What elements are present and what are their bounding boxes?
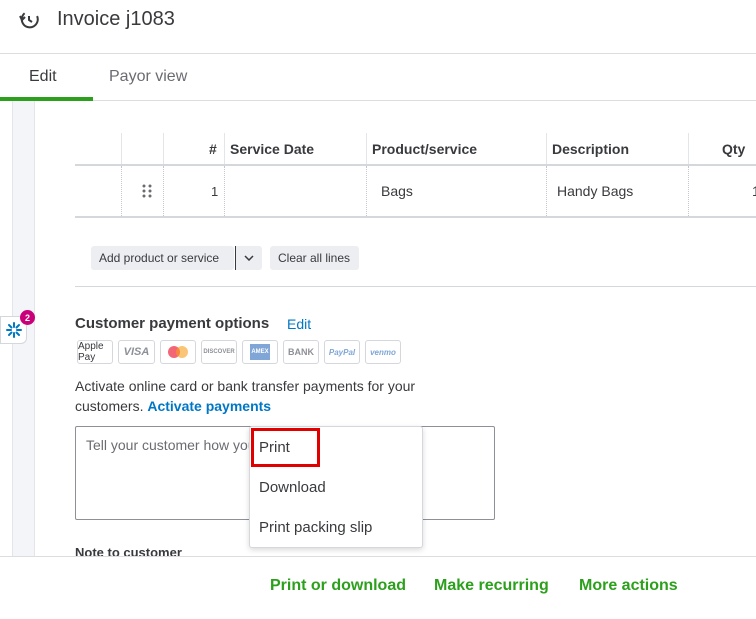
more-actions-button[interactable]: More actions [579,577,678,595]
line-items-table: # Service Date Product/service Descripti… [75,133,756,218]
bank-icon: BANK [283,340,319,364]
chevron-down-icon [244,255,254,261]
product-cell[interactable]: Bags [381,166,413,216]
sparkle-icon [5,322,22,338]
paypal-icon: PayPal [324,340,360,364]
activate-payments-link[interactable]: Activate payments [147,398,271,414]
menu-item-print-packing-slip[interactable]: Print packing slip [259,519,372,536]
add-product-button[interactable]: Add product or service [91,246,234,270]
section-divider [75,286,756,287]
description-cell[interactable]: Handy Bags [557,166,633,216]
column-header-description: Description [552,140,630,157]
tab-payor-view[interactable]: Payor view [109,68,187,86]
customer-message-placeholder: Tell your customer how you [86,437,256,453]
tab-edit[interactable]: Edit [29,68,57,86]
clear-all-lines-button[interactable]: Clear all lines [270,246,359,270]
menu-item-download[interactable]: Download [259,479,326,496]
discover-icon: DISCOVER [201,340,237,364]
column-header-product: Product/service [372,140,478,157]
payment-methods: Apple Pay VISA DISCOVER AMEX BANK PayPal… [77,340,401,364]
tab-bar: Edit Payor view [0,54,756,101]
footer-bar: Print or download Make recurring More ac… [0,556,756,619]
payment-options-title: Customer payment options [75,315,270,332]
column-header-num: # [209,140,217,157]
drag-handle-icon[interactable] [142,166,152,216]
notification-badge: 2 [20,310,35,325]
page-title: Invoice j1083 [57,8,175,30]
amex-icon: AMEX [242,340,278,364]
highlight-box [251,428,320,467]
table-row[interactable]: 1 Bags Handy Bags 1 [75,166,756,218]
print-or-download-button[interactable]: Print or download [270,577,406,595]
add-product-dropdown[interactable] [235,246,262,270]
visa-icon: VISA [118,340,155,364]
row-number: 1 [211,183,219,199]
mastercard-icon [160,340,196,364]
table-header: # Service Date Product/service Descripti… [75,133,756,166]
venmo-icon: venmo [365,340,401,364]
qty-cell[interactable]: 1 [752,166,756,216]
column-header-service-date: Service Date [230,140,315,157]
history-icon[interactable] [17,8,41,32]
payment-options-edit-link[interactable]: Edit [287,316,311,332]
header: Invoice j1083 [0,0,756,54]
activate-payments-text: Activate online card or bank transfer pa… [75,378,416,414]
apple-pay-icon: Apple Pay [77,340,113,364]
column-header-qty: Qty [722,140,746,157]
make-recurring-button[interactable]: Make recurring [434,577,549,595]
